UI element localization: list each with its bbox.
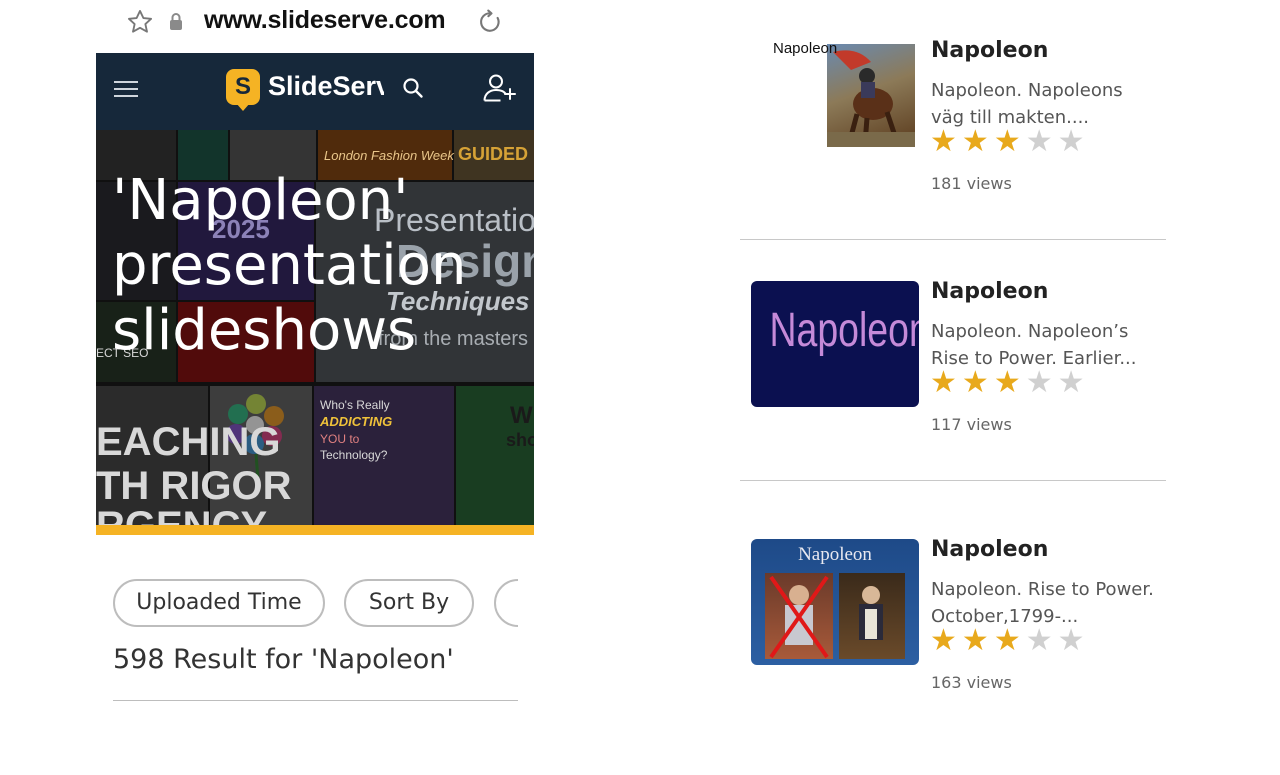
ghost-text: Technology? (320, 448, 388, 462)
star-filled-icon: ★ (930, 365, 962, 400)
result-item[interactable]: Napoleon Napoleon Napoleon. Napoleon’s R… (740, 259, 1166, 517)
result-thumbnail[interactable]: Napoleon (751, 539, 919, 665)
ghost-text: TH RIGOR (96, 464, 292, 508)
star-empty-icon: ★ (1057, 365, 1090, 400)
result-title[interactable]: Napoleon (931, 537, 1048, 562)
result-description: Napoleon. Napoleon’s Rise to Power. Earl… (931, 321, 1137, 369)
menu-icon[interactable] (114, 79, 138, 103)
app-header: S SlideServe (96, 53, 534, 130)
thumb-caption: Napoleon (798, 544, 872, 565)
ghost-text: YOU to (320, 432, 360, 446)
more-filters-button[interactable] (494, 579, 518, 627)
view-count: 117 views (931, 415, 1012, 434)
result-description: Napoleon. Rise to Power. October,1799-..… (931, 579, 1154, 627)
star-filled-icon: ★ (961, 623, 994, 658)
rating-stars: ★★★★★ (930, 625, 1090, 657)
result-thumbnail[interactable]: Napoleon (751, 40, 919, 166)
star-empty-icon: ★ (1025, 124, 1058, 159)
painting-image (827, 44, 915, 147)
star-empty-icon: ★ (1057, 124, 1090, 159)
uploaded-time-filter-button[interactable]: Uploaded Time (113, 579, 325, 627)
slideserve-logo[interactable]: S SlideServe (226, 69, 384, 113)
ghost-text: sho (506, 430, 534, 450)
reload-icon[interactable] (476, 8, 504, 40)
result-description: Napoleon. Napoleons väg till makten.... (931, 80, 1123, 128)
thumb-caption: Napoleon (773, 40, 838, 57)
sort-by-filter-button[interactable]: Sort By (344, 579, 474, 627)
ghost-text: GUIDED RE (458, 144, 534, 164)
star-filled-icon: ★ (961, 124, 994, 159)
portrait-image-left (765, 573, 833, 659)
hero-banner: London Fashion Week GUIDED RE Presentati… (96, 130, 534, 525)
logo-badge-tip (236, 103, 250, 111)
lock-icon (168, 12, 184, 36)
divider (740, 239, 1166, 240)
result-thumbnail[interactable]: Napoleon (751, 281, 919, 407)
view-count: 181 views (931, 174, 1012, 193)
result-item[interactable]: Napoleon Napoleon Napoleon. Rise to Powe… (740, 517, 1166, 775)
rating-stars: ★★★★★ (930, 367, 1090, 399)
add-user-icon[interactable] (482, 73, 518, 107)
logo-name: SlideServe (268, 71, 384, 101)
ghost-text: RGENCY (96, 504, 267, 525)
browser-url-bar: www.slideserve.com (96, 0, 534, 48)
star-filled-icon: ★ (930, 623, 962, 658)
hero-accent-bar (96, 525, 534, 535)
hero-title: 'Napoleon' presentation slideshows (112, 168, 467, 363)
ghost-text: London Fashion Week (324, 148, 454, 163)
ghost-text: Who's Really (320, 398, 390, 412)
results-count: 598 Result for 'Napoleon' (113, 644, 454, 675)
star-empty-icon: ★ (1057, 623, 1090, 658)
star-empty-icon: ★ (1025, 623, 1058, 658)
search-icon[interactable] (402, 77, 424, 103)
result-title[interactable]: Napoleon (931, 279, 1048, 304)
logo-badge: S (226, 69, 260, 105)
thumb-caption: Napoleon (769, 304, 919, 357)
url-text[interactable]: www.slideserve.com (204, 6, 446, 35)
ghost-text: W (510, 402, 533, 429)
star-empty-icon: ★ (1025, 365, 1058, 400)
ghost-text: ADDICTING (320, 414, 393, 429)
star-filled-icon: ★ (993, 124, 1026, 159)
result-item[interactable]: Napoleon Napoleon Napoleon. Napoleons vä… (740, 18, 1166, 276)
rating-stars: ★★★★★ (930, 126, 1090, 158)
star-filled-icon: ★ (993, 365, 1026, 400)
portrait-image-right (839, 573, 905, 659)
divider (113, 700, 518, 701)
bookmark-star-icon[interactable] (126, 8, 154, 40)
star-filled-icon: ★ (930, 124, 962, 159)
view-count: 163 views (931, 673, 1012, 692)
divider (740, 480, 1166, 481)
result-title[interactable]: Napoleon (931, 38, 1048, 63)
ghost-text: EACHING (96, 420, 281, 464)
star-filled-icon: ★ (993, 623, 1026, 658)
star-filled-icon: ★ (961, 365, 994, 400)
